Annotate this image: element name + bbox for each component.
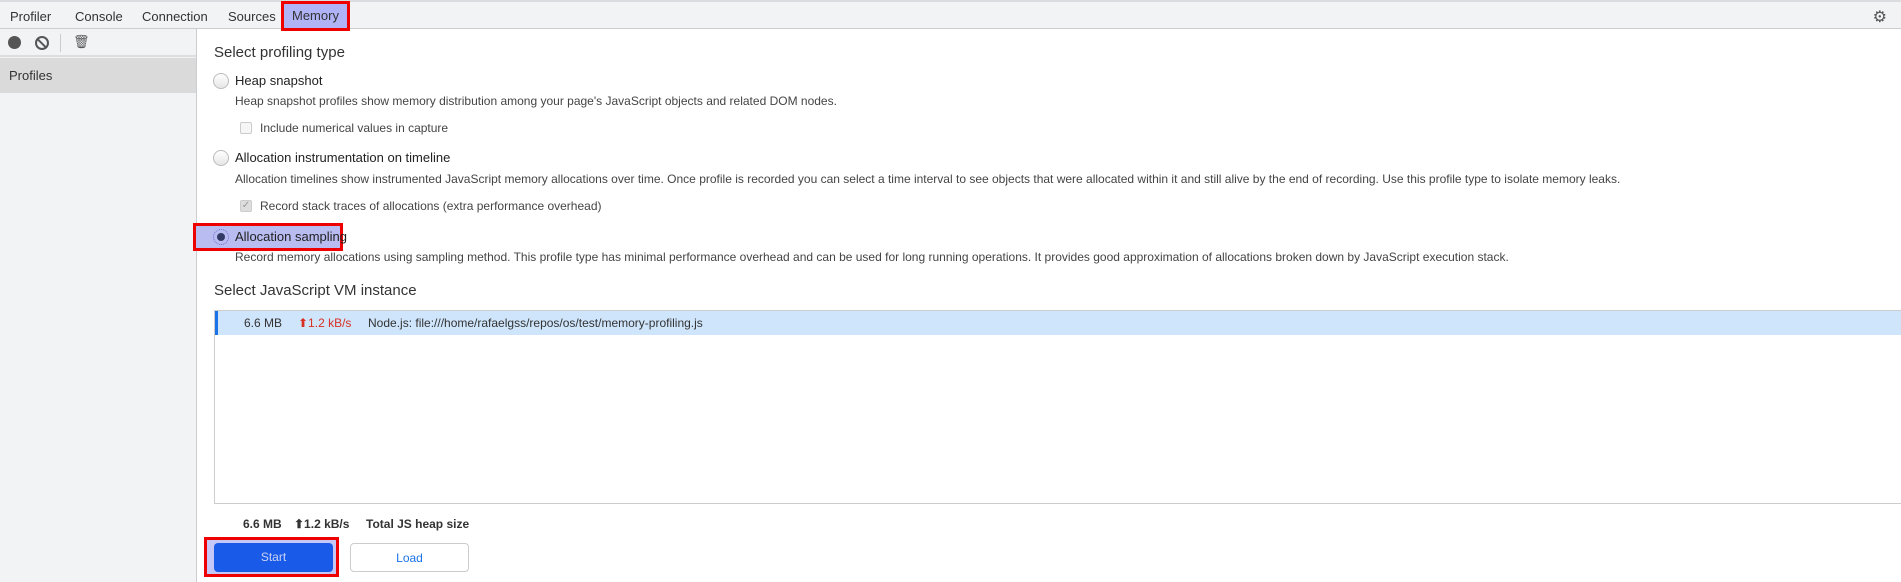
heap-snapshot-label[interactable]: Heap snapshot — [235, 73, 322, 88]
heap-snapshot-radio[interactable] — [213, 73, 229, 89]
clear-icon[interactable] — [35, 36, 49, 50]
tab-profiler[interactable]: Profiler — [10, 6, 51, 28]
vm-instance-list: 6.6 MB ⬆1.2 kB/s Node.js: file:///home/r… — [214, 310, 1901, 504]
gear-icon[interactable]: ⚙ — [1873, 7, 1887, 27]
allocation-sampling-radio[interactable] — [213, 229, 229, 245]
start-button[interactable]: Start — [214, 543, 333, 572]
record-stack-traces-label[interactable]: Record stack traces of allocations (extr… — [260, 199, 602, 213]
include-numerical-label[interactable]: Include numerical values in capture — [260, 121, 448, 135]
main-panel: Select profiling type Heap snapshot Heap… — [193, 29, 1901, 582]
include-numerical-checkbox[interactable] — [240, 122, 252, 134]
allocation-timeline-radio[interactable] — [213, 150, 229, 166]
vm-alloc-rate: ⬆1.2 kB/s — [298, 316, 352, 330]
record-stack-traces-checkbox[interactable]: ✓ — [240, 200, 252, 212]
vm-instance-row[interactable]: 6.6 MB ⬆1.2 kB/s Node.js: file:///home/r… — [215, 311, 1901, 335]
sidebar-item-profiles[interactable]: Profiles — [0, 58, 196, 93]
panel-tab-bar: Profiler Console Connection Sources Memo… — [0, 0, 1901, 31]
allocation-sampling-label[interactable]: Allocation sampling — [235, 229, 347, 244]
tab-sources[interactable]: Sources — [228, 6, 276, 28]
vm-instance-name: Node.js: file:///home/rafaelgss/repos/os… — [368, 316, 703, 330]
load-button[interactable]: Load — [350, 543, 469, 572]
total-heap-size: 6.6 MB — [243, 517, 282, 531]
vm-instance-title: Select JavaScript VM instance — [214, 282, 417, 299]
total-heap-label: Total JS heap size — [366, 517, 470, 531]
toolbar-divider-line — [0, 55, 196, 57]
allocation-timeline-description: Allocation timelines show instrumented J… — [235, 172, 1621, 186]
profiling-type-title: Select profiling type — [214, 44, 345, 61]
allocation-timeline-label[interactable]: Allocation instrumentation on timeline — [235, 150, 450, 165]
tab-console[interactable]: Console — [75, 6, 123, 28]
tab-memory[interactable]: Memory — [281, 1, 350, 31]
record-icon[interactable] — [8, 36, 21, 49]
allocation-sampling-description: Record memory allocations using sampling… — [235, 250, 1509, 264]
sidebar: 🗑 Profiles — [0, 29, 197, 582]
tab-connection[interactable]: Connection — [142, 6, 208, 28]
heap-snapshot-description: Heap snapshot profiles show memory distr… — [235, 94, 837, 108]
total-alloc-rate: ⬆1.2 kB/s — [294, 517, 350, 531]
trash-icon[interactable]: 🗑 — [73, 34, 90, 49]
toolbar-divider — [60, 34, 61, 52]
vm-heap-size: 6.6 MB — [244, 316, 283, 330]
